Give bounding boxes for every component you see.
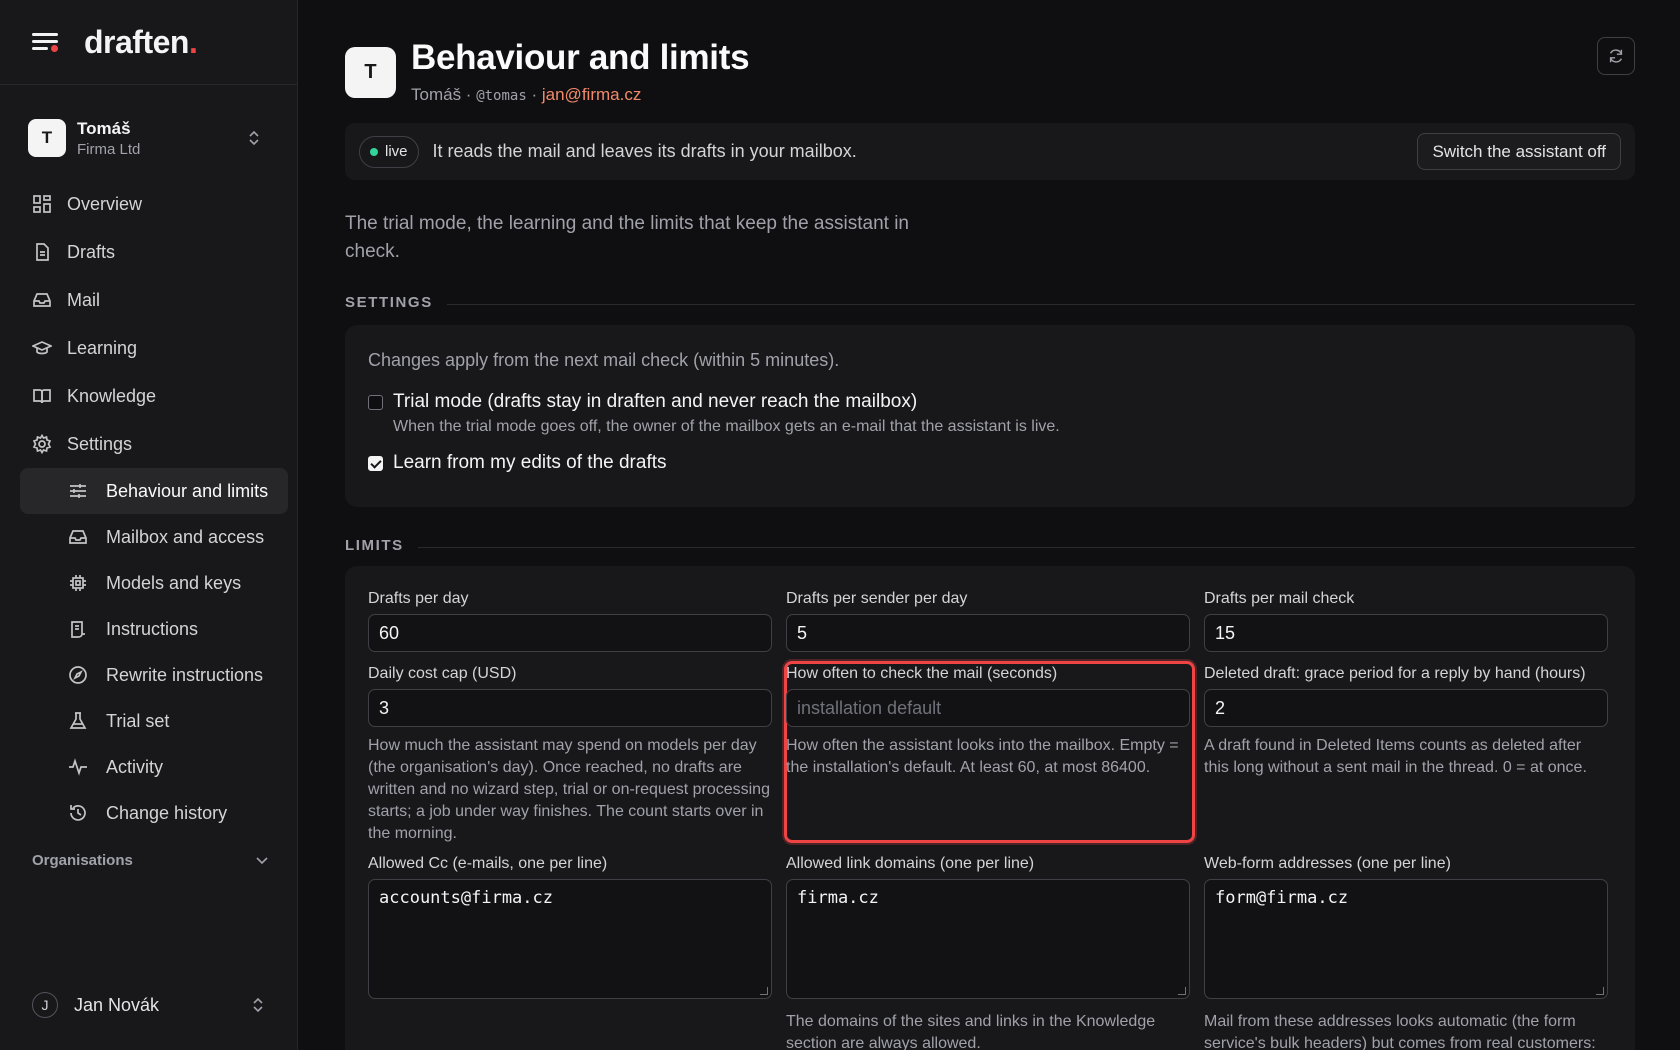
- nav-knowledge[interactable]: Knowledge: [20, 372, 288, 420]
- nav-overview[interactable]: Overview: [20, 180, 288, 228]
- inbox-icon: [69, 530, 87, 544]
- trial-mode-row: Trial mode (drafts stay in draften and n…: [368, 391, 1612, 436]
- chip-icon: [70, 575, 86, 591]
- page-description: The trial mode, the learning and the lim…: [345, 213, 909, 262]
- gear-icon: [32, 434, 52, 454]
- check-interval-help: How often the assistant looks into the m…: [786, 737, 1179, 776]
- mailbox-identity: Tomáš · @tomas · jan@firma.cz: [411, 85, 642, 104]
- nav-rewrite-instructions[interactable]: Rewrite instructions: [20, 652, 288, 698]
- menu-icon[interactable]: [32, 31, 60, 53]
- settings-note: Changes apply from the next mail check (…: [368, 350, 840, 370]
- link-domains-field: Allowed link domains (one per line) firm…: [786, 855, 1190, 1050]
- nav-activity[interactable]: Activity: [20, 744, 288, 790]
- refresh-button[interactable]: [1597, 37, 1635, 75]
- inbox-icon: [33, 293, 51, 307]
- brand-logo[interactable]: draften.: [84, 24, 198, 61]
- check-interval-field: How often to check the mail (seconds) in…: [786, 665, 1190, 779]
- trial-mode-label[interactable]: Trial mode (drafts stay in draften and n…: [393, 391, 1060, 413]
- switch-assistant-off-button[interactable]: Switch the assistant off: [1417, 133, 1621, 170]
- nav-instructions[interactable]: Instructions: [20, 606, 288, 652]
- scroll-icon: [71, 621, 85, 638]
- history-icon: [70, 805, 86, 821]
- drafts-per-sender-input[interactable]: 5: [786, 614, 1190, 652]
- learn-label[interactable]: Learn from my edits of the drafts: [393, 452, 667, 474]
- account-avatar: T: [28, 119, 66, 157]
- sidebar: draften. T Tomáš Firma Ltd Overview Draf…: [0, 0, 298, 1050]
- chevron-updown-icon: [249, 130, 259, 146]
- assistant-status-bar: live It reads the mail and leaves its dr…: [345, 123, 1635, 180]
- brand-bar: draften.: [0, 0, 297, 85]
- pulse-icon: [69, 758, 87, 776]
- account-org: Firma Ltd: [77, 140, 141, 158]
- settings-subnav: Behaviour and limits Mailbox and access …: [20, 468, 288, 836]
- drafts-per-check-input[interactable]: 15: [1204, 614, 1608, 652]
- flask-icon: [69, 712, 87, 729]
- nav-learning[interactable]: Learning: [20, 324, 288, 372]
- settings-card: Changes apply from the next mail check (…: [345, 325, 1635, 507]
- graduation-cap-icon: [32, 341, 52, 355]
- sliders-icon: [70, 484, 86, 498]
- user-name: Jan Novák: [74, 994, 160, 1015]
- nav-drafts[interactable]: Drafts: [20, 228, 288, 276]
- allowed-cc-field: Allowed Cc (e-mails, one per line) accou…: [368, 855, 772, 999]
- status-badge: live: [359, 135, 419, 168]
- mailbox-avatar: T: [345, 47, 396, 98]
- settings-section-heading: SETTINGS: [345, 294, 1635, 311]
- drafts-per-check-field: Drafts per mail check 15: [1204, 590, 1608, 652]
- drafts-per-day-field: Drafts per day 60: [368, 590, 772, 652]
- chevron-down-icon: [256, 856, 268, 864]
- owner-email[interactable]: jan@firma.cz: [542, 85, 641, 104]
- nav-mail[interactable]: Mail: [20, 276, 288, 324]
- grace-period-help: A draft found in Deleted Items counts as…: [1204, 737, 1587, 776]
- nav-models-and-keys[interactable]: Models and keys: [20, 560, 288, 606]
- cost-cap-field: Daily cost cap (USD) 3 How much the assi…: [368, 665, 772, 845]
- drafts-per-day-input[interactable]: 60: [368, 614, 772, 652]
- nav-change-history[interactable]: Change history: [20, 790, 288, 836]
- limits-card: Drafts per day 60 Drafts per sender per …: [345, 566, 1635, 1050]
- check-interval-input[interactable]: installation default: [786, 689, 1190, 727]
- document-icon: [36, 243, 49, 261]
- limits-section-heading: LIMITS: [345, 537, 1635, 554]
- organisations-toggle[interactable]: Organisations: [32, 852, 268, 869]
- cost-cap-help: How much the assistant may spend on mode…: [368, 737, 770, 842]
- nav-mailbox-and-access[interactable]: Mailbox and access: [20, 514, 288, 560]
- owner-handle: @tomas: [476, 88, 527, 104]
- page-title: Behaviour and limits: [411, 38, 750, 77]
- account-switcher[interactable]: T Tomáš Firma Ltd: [20, 110, 280, 166]
- webform-field: Web-form addresses (one per line) form@f…: [1204, 855, 1608, 1050]
- user-avatar: J: [32, 992, 58, 1018]
- webform-textarea[interactable]: form@firma.cz: [1204, 879, 1608, 999]
- link-domains-textarea[interactable]: firma.cz: [786, 879, 1190, 999]
- chevron-updown-icon: [253, 997, 263, 1013]
- trial-mode-help: When the trial mode goes off, the owner …: [393, 418, 1060, 435]
- grid-icon: [33, 195, 51, 213]
- grace-period-field: Deleted draft: grace period for a reply …: [1204, 665, 1608, 779]
- status-text: It reads the mail and leaves its drafts …: [432, 141, 857, 161]
- learn-checkbox[interactable]: [368, 456, 383, 471]
- learn-row: Learn from my edits of the drafts: [368, 452, 1612, 474]
- nav-trial-set[interactable]: Trial set: [20, 698, 288, 744]
- webform-help: Mail from these addresses looks automati…: [1204, 1013, 1596, 1050]
- allowed-cc-textarea[interactable]: accounts@firma.cz: [368, 879, 772, 999]
- main-nav: Overview Drafts Mail Learning Knowledge …: [20, 180, 288, 836]
- link-domains-help: The domains of the sites and links in th…: [786, 1013, 1156, 1050]
- book-icon: [33, 389, 51, 404]
- account-name: Tomáš: [77, 118, 131, 138]
- owner-name: Tomáš: [411, 85, 462, 104]
- grace-period-input[interactable]: 2: [1204, 689, 1608, 727]
- live-dot-icon: [370, 147, 378, 156]
- cost-cap-input[interactable]: 3: [368, 689, 772, 727]
- user-menu[interactable]: J Jan Novák: [32, 992, 268, 1018]
- nav-settings[interactable]: Settings: [20, 420, 288, 468]
- trial-mode-checkbox[interactable]: [368, 395, 383, 410]
- nav-behaviour-and-limits[interactable]: Behaviour and limits: [20, 468, 288, 514]
- refresh-icon: [1609, 49, 1623, 63]
- drafts-per-sender-field: Drafts per sender per day 5: [786, 590, 1190, 652]
- compass-icon: [69, 666, 87, 684]
